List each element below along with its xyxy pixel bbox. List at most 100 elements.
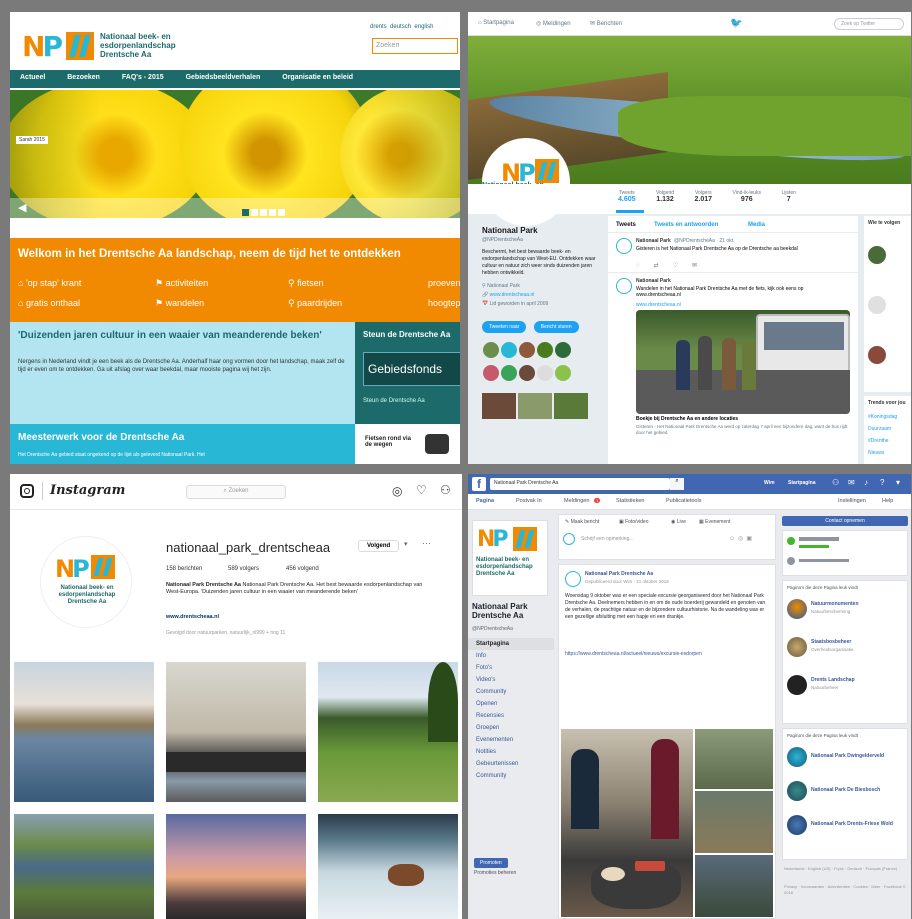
fb-side-events[interactable]: Evenementen [468, 734, 554, 746]
tw-feed-tab-media[interactable]: Media [748, 222, 765, 228]
fb-footer-links[interactable]: Privacy · Voorwaarden · Advertenties · C… [784, 884, 908, 896]
tw-suggest-avatar[interactable] [868, 246, 886, 264]
facebook-f-icon[interactable]: f [472, 477, 486, 491]
tw-tweet2-avatar[interactable] [616, 278, 632, 294]
fb-profile-chip[interactable]: Wim [764, 480, 775, 486]
more-icon[interactable]: ··· [422, 538, 431, 548]
link-fietsen[interactable]: ⚲ fietsen [288, 278, 324, 289]
tw-stat-following[interactable]: Volgend 1.132 [656, 190, 674, 203]
lang-english[interactable]: english [414, 24, 433, 30]
link-paardrijden[interactable]: ⚲ paardrijden [288, 298, 342, 309]
messenger-icon[interactable]: ✉ [848, 478, 855, 487]
fb-side-notes[interactable]: Notities [468, 746, 554, 758]
fb-compose-live[interactable]: ◉ Live [671, 519, 686, 525]
fb-liked-page-name[interactable]: Natuurmonumenten [811, 601, 859, 607]
fb-liked-page-name[interactable]: Staatsbosbeheer [811, 639, 851, 645]
compass-icon[interactable]: ◎ [392, 484, 402, 498]
tw-tab-home[interactable]: ⌂ Startpagina [478, 20, 514, 26]
tw-tweet2-link[interactable]: www.drentscheaa.nl [636, 302, 681, 308]
link-op-stap[interactable]: ⌂ 'op stap' krant [18, 278, 81, 288]
fb-side-videos[interactable]: Video's [468, 674, 554, 686]
lang-drents[interactable]: drents [370, 24, 387, 30]
fb-tab-tools[interactable]: Publicatietools [666, 498, 701, 504]
promo-box[interactable]: Fietsen rond via de wegen [355, 424, 460, 464]
tw-tweet-actions[interactable]: ◌⇄♡✉ [636, 262, 711, 269]
tw-tweet-author[interactable]: Nationaal Park [636, 238, 671, 244]
tw-suggest-avatar[interactable] [868, 296, 886, 314]
np-logo-icon[interactable]: NP [22, 30, 63, 63]
fb-post-photo-3[interactable] [695, 791, 773, 853]
chevron-down-icon[interactable]: ▾ [404, 540, 408, 548]
tw-trend-item[interactable]: #Koningsdag [868, 414, 897, 420]
fb-side-photos[interactable]: Foto's [468, 662, 554, 674]
ig-wordmark[interactable]: Instagram [50, 483, 125, 498]
fb-side-milestones[interactable]: Gebeurtenissen [468, 758, 554, 770]
nav-faq[interactable]: FAQ's - 2015 [122, 74, 164, 81]
tw-tweet-to-button[interactable]: Tweeten naar [482, 321, 527, 333]
fb-side-community2[interactable]: Community [468, 770, 554, 782]
tw-media-strip[interactable] [482, 393, 602, 424]
tw-stat-likes[interactable]: Vind-ik-leuks 976 [733, 190, 762, 203]
tw-tweet-avatar[interactable] [616, 238, 632, 254]
fb-footer-langs[interactable]: Nederlands · English (US) · Frysk · Deut… [784, 866, 908, 872]
slide-prev-icon[interactable]: ◀ [18, 201, 26, 214]
fb-composer-icons[interactable]: ☺◎▣ [729, 535, 755, 542]
ig-bio-link[interactable]: www.drentscheaa.nl [166, 614, 219, 620]
fb-home-link[interactable]: Startpagina [788, 480, 816, 486]
nav-bezoeken[interactable]: Bezoeken [67, 74, 100, 81]
fb-promote-button[interactable]: Promoten [474, 858, 508, 868]
fb-tab-inbox[interactable]: Postvak In [516, 498, 542, 504]
fb-compose-event[interactable]: ▦ Evenement [699, 519, 730, 525]
tw-message-button[interactable]: Bericht sturen [533, 321, 579, 333]
tw-search-input[interactable]: Zoek op Twitter [834, 18, 904, 30]
link-wandelen[interactable]: ⚑ wandelen [155, 298, 204, 309]
lang-links[interactable]: drents deutsch english [370, 24, 433, 30]
tw-suggest-avatar[interactable] [868, 346, 886, 364]
fb-related-page-name[interactable]: Nationaal Park Dwingelderveld [811, 753, 884, 759]
chevron-down-icon[interactable]: ▾ [896, 478, 900, 487]
fb-compose-photo[interactable]: ▣ Foto/video [619, 519, 648, 525]
support-link[interactable]: Steun de Drentsche Aa [363, 398, 425, 404]
fb-liked-page-avatar[interactable] [787, 599, 807, 619]
ig-photo-4[interactable] [14, 814, 154, 919]
link-hoogtepunten[interactable]: hoogtepunten [428, 298, 460, 308]
nav-organisatie[interactable]: Organisatie en beleid [282, 74, 353, 81]
tw-feed-tab-tweets[interactable]: Tweets [616, 222, 636, 228]
fb-manage-promotions[interactable]: Promoties beheren [474, 870, 516, 876]
fb-post-link[interactable]: https://www.drentscheaa.nl/actueel/nieuw… [565, 651, 771, 658]
fb-settings-link[interactable]: Instellingen [838, 498, 866, 504]
fb-liked-page-name[interactable]: Drents Landschap [811, 677, 855, 683]
fb-tab-notifications[interactable]: Meldingen [564, 498, 589, 504]
link-activiteiten[interactable]: ⚑ activiteiten [155, 278, 208, 289]
tw-meta-url[interactable]: 🔗 www.drentscheaa.nl [482, 292, 602, 298]
lang-deutsch[interactable]: deutsch [390, 24, 411, 30]
ig-avatar[interactable]: NP Nationaal beek- en esdorpenlandschap … [40, 536, 132, 628]
tw-card-title[interactable]: Boekje bij Drentsche Aa en andere locati… [636, 416, 850, 422]
fb-side-reviews[interactable]: Recensies [468, 710, 554, 722]
fb-side-community[interactable]: Community [468, 686, 554, 698]
tw-trend-item[interactable]: Duurzaam [868, 426, 891, 432]
search-icon[interactable]: ⌕ [670, 478, 684, 490]
fb-compose-post[interactable]: ✎ Maak bericht [565, 519, 599, 525]
fb-post-photo-4[interactable] [695, 855, 773, 917]
fb-related-page-avatar[interactable] [787, 747, 807, 767]
fb-post-author[interactable]: Nationaal Park Drentsche Aa [585, 571, 653, 577]
friends-icon[interactable]: ⚇ [832, 478, 839, 487]
fb-search-input[interactable]: Nationaal Park Drentsche Aa [490, 478, 670, 490]
tw-stat-tweets[interactable]: Tweets 4.605 [618, 190, 636, 203]
ig-followed-by[interactable]: Gevolgd door natuurparken, natuurlijk_nl… [166, 630, 285, 636]
ig-search-input[interactable]: ⌕ Zoeken [186, 485, 286, 499]
fb-related-page-name[interactable]: Nationaal Park De Biesbosch [811, 787, 880, 793]
help-icon[interactable]: ? [880, 478, 884, 487]
link-onthaal[interactable]: ⌂ gratis onthaal [18, 298, 80, 308]
ig-count-followers[interactable]: 589 volgers [228, 566, 259, 572]
heart-icon[interactable]: ♡ [416, 483, 427, 497]
ig-count-following[interactable]: 456 volgend [286, 566, 319, 572]
profile-icon[interactable]: ⚇ [440, 483, 451, 497]
fb-liked-page-avatar[interactable] [787, 675, 807, 695]
fb-page-avatar[interactable]: NP Nationaal beek- en esdorpenlandschap … [472, 520, 548, 596]
fb-post-photo-2[interactable] [695, 729, 773, 789]
gebiedsfonds-button[interactable]: Gebiedsfonds [363, 352, 460, 386]
tw-trend-item[interactable]: Nieuws [868, 450, 884, 456]
fb-side-info[interactable]: Info [468, 650, 554, 662]
